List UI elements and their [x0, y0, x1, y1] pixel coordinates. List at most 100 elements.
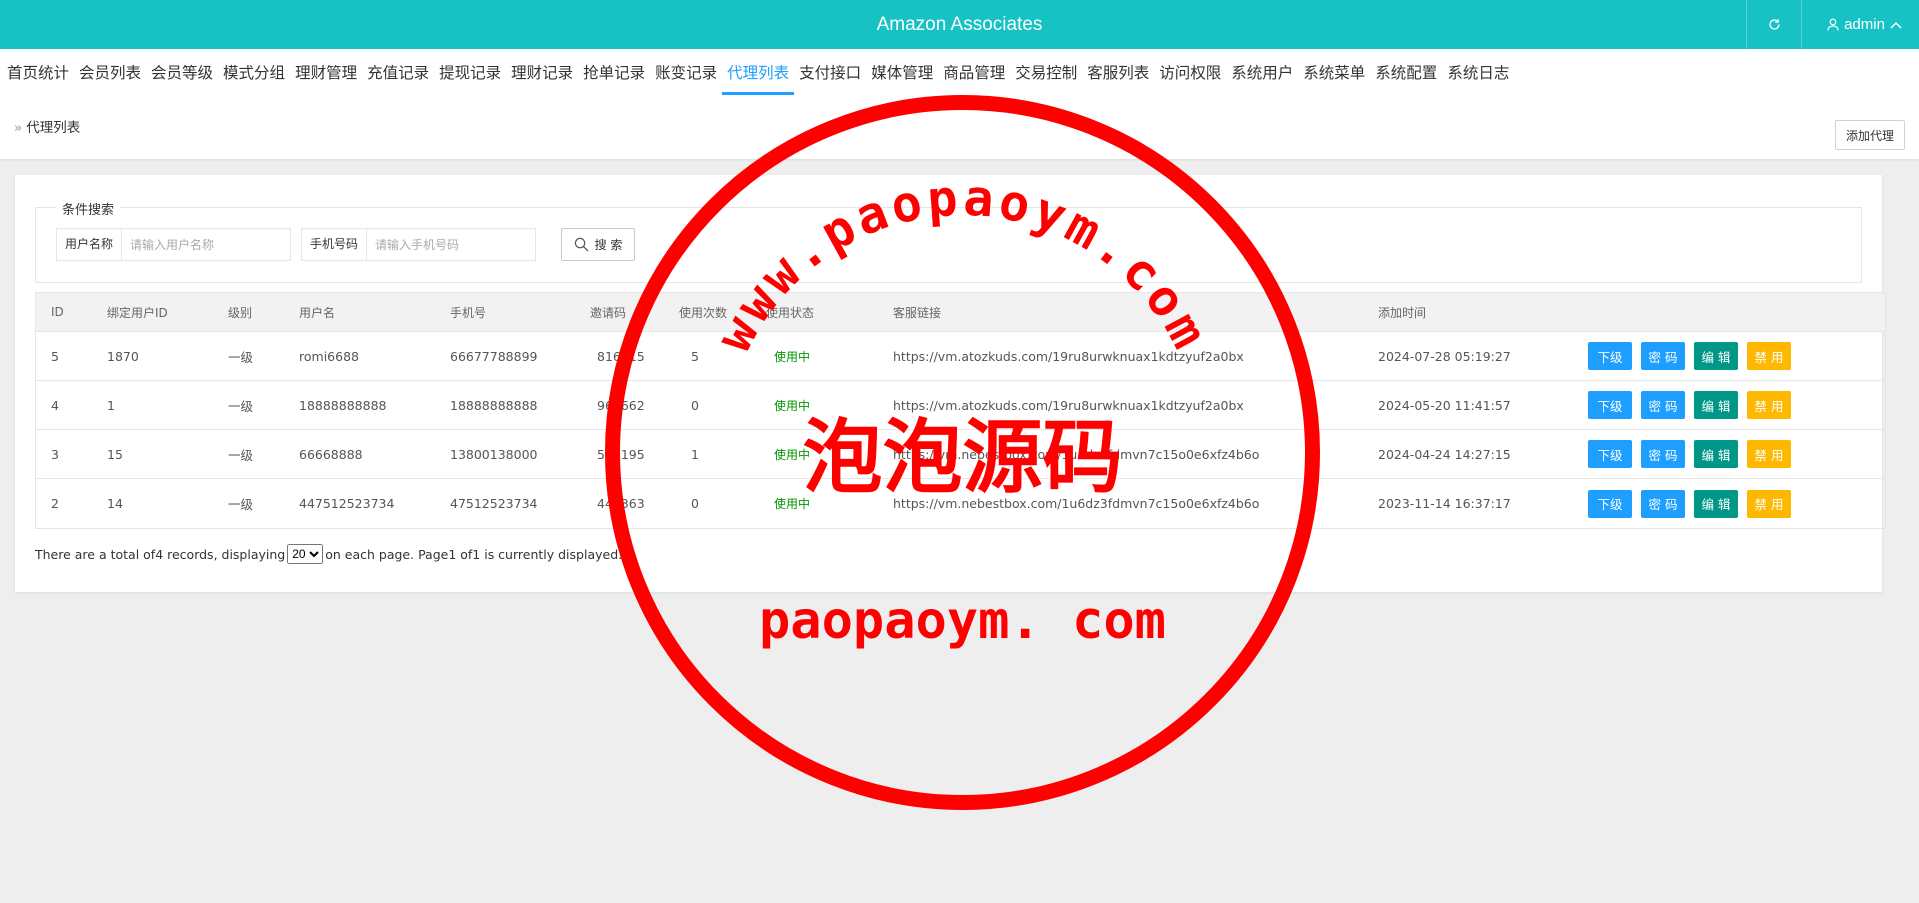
search-icon [574, 237, 589, 252]
pager-suffix: on each page. Page1 of1 is currently dis… [325, 546, 623, 562]
user-menu[interactable]: admin [1810, 0, 1919, 49]
nav-item[interactable]: 账变记录 [650, 49, 722, 97]
nav-item[interactable]: 理财记录 [506, 49, 578, 97]
breadcrumb: » 代理列表 [14, 97, 80, 159]
username-label: 用户名称 [57, 229, 122, 260]
cell-id: 3 [51, 446, 59, 462]
edit-button[interactable]: 编 辑 [1694, 440, 1738, 468]
cell-time: 2024-05-20 11:41:57 [1378, 397, 1511, 413]
nav-item[interactable]: 系统配置 [1370, 49, 1442, 97]
agent-table: ID 绑定用户ID 级别 用户名 手机号 邀请码 使用次数 使用状态 客服链接 … [35, 292, 1886, 529]
cell-invite: 816315 [597, 348, 645, 364]
cell-uses: 1 [691, 446, 699, 462]
password-button[interactable]: 密 码 [1641, 391, 1685, 419]
username-input[interactable] [122, 229, 290, 260]
nav-item[interactable]: 支付接口 [794, 49, 866, 97]
phone-search-group: 手机号码 [301, 228, 536, 261]
nav-item[interactable]: 系统日志 [1442, 49, 1514, 97]
cell-link: https://vm.atozkuds.com/19ru8urwknuax1kd… [893, 397, 1244, 413]
disable-button[interactable]: 禁 用 [1747, 489, 1791, 518]
cell-link: https://vm.nebestbox.com/1u6dz3fdmvn7c15… [893, 496, 1260, 511]
phone-label: 手机号码 [302, 229, 367, 260]
nav-item[interactable]: 会员等级 [146, 49, 218, 97]
refresh-icon [1768, 19, 1780, 30]
cell-time: 2024-07-28 05:19:27 [1378, 348, 1511, 364]
col-username: 用户名 [299, 305, 336, 320]
nav-item[interactable]: 商品管理 [938, 49, 1010, 97]
stamp-bottom-text: paopaoym. com [759, 591, 1166, 651]
cell-username: 18888888888 [299, 397, 387, 413]
table-row: 4 1 一级 18888888888 18888888888 960662 0 使用中 http… [36, 381, 1885, 430]
nav-item[interactable]: 理财管理 [290, 49, 362, 97]
col-time: 添加时间 [1378, 305, 1427, 320]
nav-item[interactable]: 系统菜单 [1298, 49, 1370, 97]
page-size-select[interactable]: 20 [287, 544, 324, 564]
pager-prefix: There are a total of4 records, displayin… [35, 546, 286, 562]
nav-item[interactable]: 系统用户 [1226, 49, 1298, 97]
edit-button[interactable]: 编 辑 [1694, 342, 1738, 370]
col-phone: 手机号 [450, 305, 487, 320]
nav-item[interactable]: 访问权限 [1154, 49, 1226, 97]
user-icon [1827, 18, 1839, 31]
nav-item[interactable]: 客服列表 [1082, 49, 1154, 97]
disable-button[interactable]: 禁 用 [1747, 342, 1791, 370]
cell-phone: 13800138000 [450, 446, 538, 462]
cell-id: 5 [51, 348, 59, 364]
col-link: 客服链接 [893, 305, 942, 320]
cell-time: 2023-11-14 16:37:17 [1378, 496, 1511, 511]
cell-status: 使用中 [774, 497, 811, 511]
row-actions: 下级密 码编 辑禁 用 [1588, 430, 1791, 478]
chevron-up-icon [1890, 21, 1902, 29]
cell-invite: 447363 [597, 496, 645, 511]
table-row: 5 1870 一级 romi6688 66677788899 816315 5 使用中 http… [36, 332, 1885, 381]
nav-item[interactable]: 会员列表 [74, 49, 146, 97]
nav-item[interactable]: 充值记录 [362, 49, 434, 97]
nav-item[interactable]: 媒体管理 [866, 49, 938, 97]
cell-phone: 18888888888 [450, 397, 538, 413]
col-level: 级别 [228, 305, 253, 320]
cell-username: 66668888 [299, 446, 363, 462]
sub-level-button[interactable]: 下级 [1588, 489, 1632, 518]
refresh-button[interactable] [1746, 0, 1802, 49]
nav-item[interactable]: 首页统计 [2, 49, 74, 97]
cell-bind-uid: 14 [107, 496, 123, 511]
edit-button[interactable]: 编 辑 [1694, 391, 1738, 419]
double-chevron-right-icon: » [14, 120, 23, 136]
password-button[interactable]: 密 码 [1641, 489, 1685, 518]
sub-level-button[interactable]: 下级 [1588, 391, 1632, 419]
password-button[interactable]: 密 码 [1641, 440, 1685, 468]
cell-uses: 5 [691, 348, 699, 364]
nav-item[interactable]: 模式分组 [218, 49, 290, 97]
edit-button[interactable]: 编 辑 [1694, 489, 1738, 518]
col-invite: 邀请码 [590, 305, 627, 320]
cell-phone: 66677788899 [450, 348, 538, 364]
main-nav: 首页统计 会员列表 会员等级 模式分组 理财管理 充值记录 提现记录 理财记录 抢单记录 账变记录… [0, 49, 1919, 97]
cell-status: 使用中 [774, 447, 811, 462]
add-agent-button[interactable]: 添加代理 [1835, 120, 1905, 150]
nav-item[interactable]: 代理列表 [722, 49, 795, 97]
cell-id: 2 [51, 496, 59, 511]
disable-button[interactable]: 禁 用 [1747, 391, 1791, 419]
nav-item[interactable]: 抢单记录 [578, 49, 650, 97]
cell-status: 使用中 [774, 349, 811, 364]
phone-input[interactable] [367, 229, 535, 260]
search-button[interactable]: 搜 索 [561, 228, 635, 261]
table-header: ID 绑定用户ID 级别 用户名 手机号 邀请码 使用次数 使用状态 客服链接 … [36, 293, 1885, 332]
sub-level-button[interactable]: 下级 [1588, 342, 1632, 370]
breadcrumb-bar: » 代理列表 添加代理 [0, 97, 1919, 159]
password-button[interactable]: 密 码 [1641, 342, 1685, 370]
disable-button[interactable]: 禁 用 [1747, 440, 1791, 468]
pagination: There are a total of4 records, displayin… [35, 544, 622, 564]
col-bind-uid: 绑定用户ID [107, 305, 168, 320]
cell-bind-uid: 1 [107, 397, 115, 413]
search-button-label: 搜 索 [594, 238, 623, 252]
col-status: 使用状态 [766, 305, 815, 320]
sub-level-button[interactable]: 下级 [1588, 440, 1632, 468]
username-search-group: 用户名称 [56, 228, 291, 261]
nav-item[interactable]: 交易控制 [1010, 49, 1082, 97]
nav-item[interactable]: 提现记录 [434, 49, 506, 97]
col-uses: 使用次数 [679, 305, 728, 320]
cell-bind-uid: 15 [107, 446, 123, 462]
search-legend: 条件搜索 [56, 199, 121, 218]
breadcrumb-label: 代理列表 [26, 120, 81, 136]
